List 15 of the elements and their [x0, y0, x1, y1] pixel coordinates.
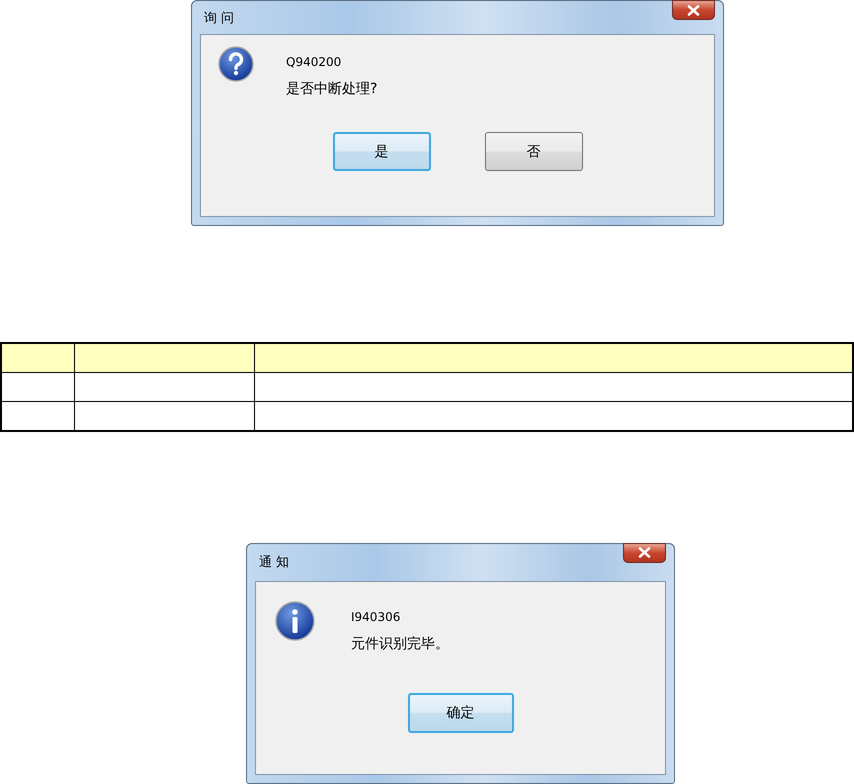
dialog-button[interactable]: 确定	[408, 692, 514, 733]
window-title: 询 问	[203, 10, 234, 26]
message-code: I940306	[351, 610, 402, 624]
question-icon	[218, 46, 254, 82]
window-title: 通 知	[258, 554, 290, 572]
dialog-button[interactable]: 是	[332, 132, 430, 171]
close-icon	[687, 4, 700, 16]
dialog-button[interactable]: 否	[484, 132, 582, 171]
message-text: 是否中断处理?	[286, 80, 378, 98]
close-icon	[638, 547, 651, 558]
message-code: Q940200	[286, 55, 342, 69]
message-text: 元件识别完毕。	[351, 634, 449, 653]
close-button[interactable]	[672, 0, 715, 20]
info-icon	[275, 600, 315, 641]
close-button[interactable]	[623, 542, 666, 563]
